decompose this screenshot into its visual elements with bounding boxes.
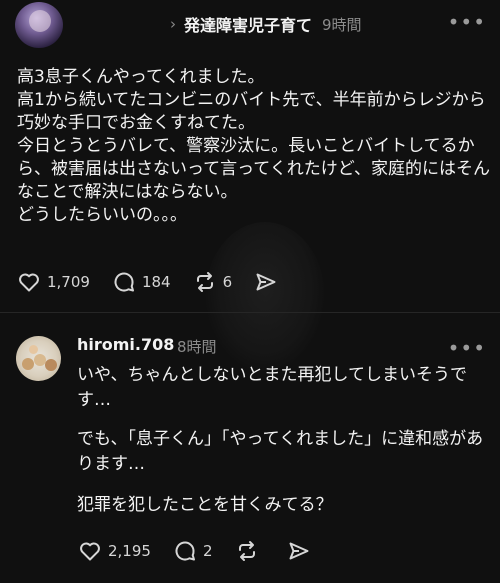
like-count: 1,709 [47, 273, 90, 291]
like-button[interactable]: 1,709 [17, 270, 90, 294]
reply-actions: 2,195 2 [78, 539, 339, 563]
repost-button[interactable] [235, 539, 265, 563]
like-count: 2,195 [108, 542, 151, 560]
reply-avatar[interactable] [16, 336, 61, 381]
repost-icon [196, 272, 213, 292]
share-button[interactable] [287, 539, 317, 563]
more-icon[interactable]: ••• [448, 336, 486, 360]
chevron-right-icon: › [170, 15, 176, 33]
post-time: 9時間 [322, 15, 362, 34]
share-icon [289, 542, 308, 560]
reply-paragraph: 犯罪を犯したことを甘くみてる？ [77, 495, 333, 515]
post-body: 高3息子くんやってくれました。 高1から続いてたコンビニのバイト先で、半年前から… [17, 67, 490, 225]
like-button[interactable]: 2,195 [78, 539, 151, 563]
reply-time: 8時間 [177, 338, 217, 356]
comment-count: 2 [202, 542, 213, 560]
heart-icon [80, 542, 100, 561]
comment-count: 184 [141, 273, 171, 291]
avatar[interactable] [15, 2, 63, 48]
share-button[interactable] [254, 270, 284, 294]
more-icon[interactable]: ••• [448, 10, 486, 34]
background-photo [205, 222, 325, 372]
reply-username[interactable]: hiromi.708 [77, 335, 174, 354]
comment-button[interactable]: 2 [173, 539, 213, 563]
heart-icon [19, 273, 39, 292]
comment-icon [114, 272, 134, 292]
comment-icon [175, 541, 195, 561]
divider [0, 312, 500, 313]
repost-count: 6 [222, 273, 233, 291]
reply-paragraph: いや、ちゃんとしないとまた再犯してしまいそうです… [77, 365, 467, 410]
comment-button[interactable]: 184 [112, 270, 171, 294]
repost-button[interactable]: 6 [193, 270, 233, 294]
share-icon [256, 273, 276, 291]
post-header: › 発達障害児子育て 9時間 [170, 12, 362, 36]
post-actions: 1,709 184 6 [17, 270, 306, 294]
repost-icon [238, 541, 255, 561]
reply-paragraph: でも、「息子くん」「やってくれました」に違和感があります… [77, 429, 484, 474]
topic-link[interactable]: 発達障害児子育て [184, 12, 312, 36]
